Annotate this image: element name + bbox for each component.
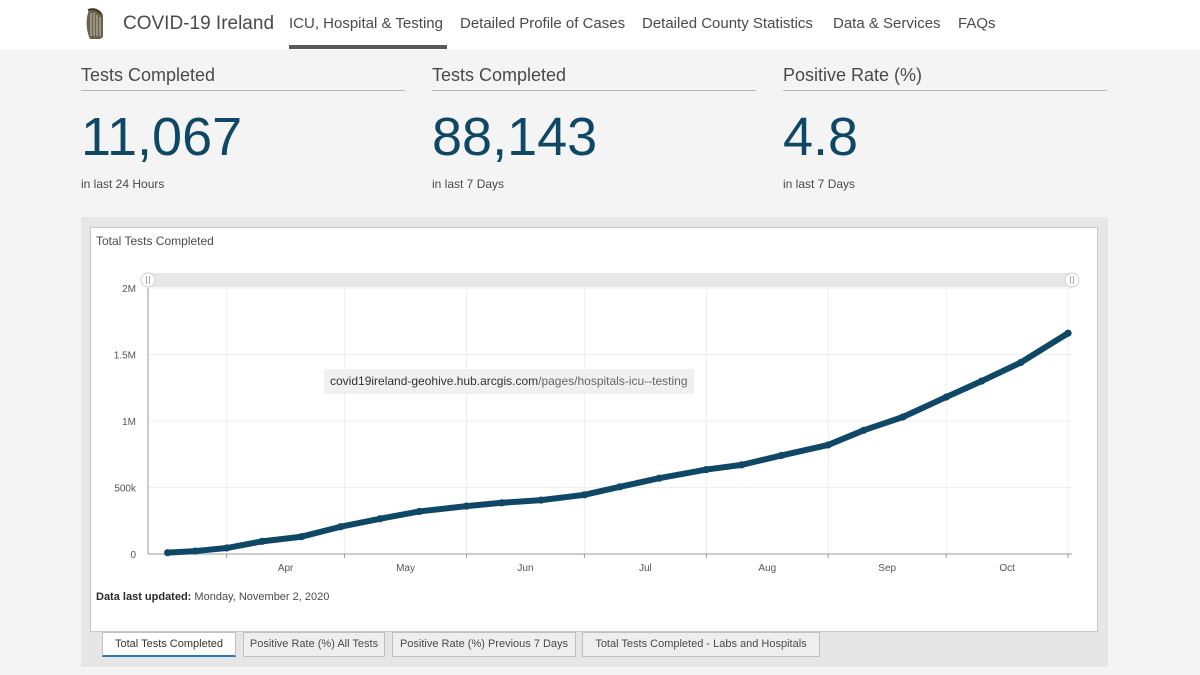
kpi-subtitle: in last 24 Hours <box>81 177 165 191</box>
nav-data-and-services[interactable]: Data & Services <box>833 15 941 32</box>
data-point <box>297 533 305 541</box>
data-point <box>258 537 266 545</box>
nav-detailed-county-statistics[interactable]: Detailed County Statistics <box>642 15 813 32</box>
updated-label: Data last updated: <box>96 591 192 603</box>
total-tests-line-chart[interactable]: 0 500k 1M 1.5M 2M Apr May Jun Jul Aug Sep Oct <box>90 227 1098 587</box>
kpi-tests-24h: Tests Completed 11,067 in last 24 Hours <box>81 62 405 202</box>
data-point <box>537 496 545 504</box>
kpi-tests-7d: Tests Completed 88,143 in last 7 Days <box>432 62 756 202</box>
kpi-title: Tests Completed <box>81 62 405 91</box>
tab-positive-rate-all-tests[interactable]: Positive Rate (%) All Tests <box>243 632 385 657</box>
kpi-subtitle: in last 7 Days <box>432 177 505 191</box>
data-point <box>415 507 423 516</box>
data-point <box>777 451 785 460</box>
data-point <box>738 461 746 469</box>
data-point <box>860 426 868 434</box>
tooltip-host: covid19ireland-geohive.hub.arcgis.com <box>330 374 539 388</box>
x-tick-label: Jul <box>639 563 652 574</box>
site-title[interactable]: COVID-19 Ireland <box>123 13 274 35</box>
data-point <box>376 515 384 523</box>
harp-logo-icon[interactable] <box>84 7 108 41</box>
y-tick-label: 2M <box>122 284 136 295</box>
tab-total-tests-labs-and-hospitals[interactable]: Total Tests Completed - Labs and Hospita… <box>582 632 820 657</box>
data-point <box>462 502 471 510</box>
data-point <box>655 474 663 482</box>
nav-detailed-profile-of-cases[interactable]: Detailed Profile of Cases <box>460 15 625 32</box>
range-slider-start-handle[interactable] <box>140 272 156 288</box>
data-point <box>1064 329 1072 337</box>
y-tick-label: 1M <box>122 417 136 428</box>
data-point <box>899 413 907 421</box>
x-tick-label: Oct <box>999 563 1015 574</box>
chart-title: Total Tests Completed <box>96 234 214 248</box>
kpi-value: 4.8 <box>783 107 859 167</box>
data-last-updated: Data last updated: Monday, November 2, 2… <box>96 591 329 603</box>
active-nav-indicator <box>289 45 447 49</box>
kpi-title: Tests Completed <box>432 62 756 91</box>
data-point <box>580 491 589 499</box>
data-point <box>191 547 199 555</box>
x-tick-label: Sep <box>878 563 896 574</box>
range-slider-track <box>146 273 1074 287</box>
updated-date: Monday, November 2, 2020 <box>194 591 330 603</box>
kpi-value: 88,143 <box>432 107 598 167</box>
x-tick-label: Apr <box>278 563 294 574</box>
data-point <box>223 544 231 552</box>
series-line <box>164 330 1072 556</box>
data-point <box>977 377 986 385</box>
kpi-subtitle: in last 7 Days <box>783 177 856 191</box>
data-point <box>1017 358 1025 367</box>
x-tick-label: Jun <box>517 563 533 574</box>
y-tick-label: 1.5M <box>114 351 136 362</box>
tab-positive-rate-previous-7-days[interactable]: Positive Rate (%) Previous 7 Days <box>392 632 576 657</box>
data-point <box>337 523 345 531</box>
nav-icu-hospital-testing[interactable]: ICU, Hospital & Testing <box>289 15 443 32</box>
data-point <box>164 549 172 557</box>
data-point <box>616 483 624 491</box>
data-point <box>824 441 832 449</box>
nav-faqs[interactable]: FAQs <box>958 15 996 32</box>
y-tick-label: 500k <box>114 484 137 495</box>
tab-total-tests-completed[interactable]: Total Tests Completed <box>102 632 236 657</box>
tooltip-path: /pages/hospitals-icu--testing <box>538 374 688 388</box>
data-point <box>498 499 506 507</box>
top-navigation-bar: COVID-19 Ireland ICU, Hospital & Testing… <box>0 0 1200 50</box>
y-tick-label: 0 <box>130 550 136 561</box>
x-tick-label: Aug <box>758 563 776 574</box>
kpi-title: Positive Rate (%) <box>783 62 1107 91</box>
data-point <box>942 393 950 401</box>
data-point <box>702 465 710 474</box>
x-tick-label: May <box>396 563 415 574</box>
kpi-positive-rate: Positive Rate (%) 4.8 in last 7 Days <box>783 62 1107 202</box>
range-slider-end-handle[interactable] <box>1064 272 1080 288</box>
url-tooltip: covid19ireland-geohive.hub.arcgis.com/pa… <box>324 369 694 394</box>
kpi-value: 11,067 <box>81 107 243 167</box>
